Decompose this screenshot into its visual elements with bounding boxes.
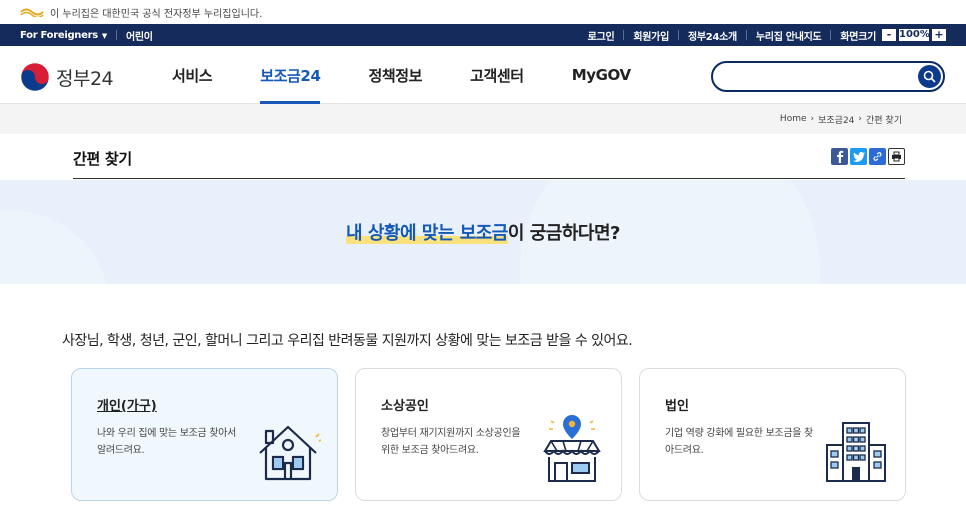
page-title: 간편 찾기: [73, 150, 132, 168]
house-icon: [259, 425, 321, 481]
share-buttons: [831, 148, 905, 165]
signup-link[interactable]: 회원가입: [633, 28, 669, 43]
card-title: 개인(가구): [97, 399, 157, 414]
hero-text: 내 상황에 맞는 보조금이 궁금하다면?: [346, 219, 620, 245]
site-logo[interactable]: 정부24: [20, 62, 114, 92]
nav-item-policy[interactable]: 정책정보: [368, 46, 422, 104]
zoom-out-button[interactable]: -: [882, 29, 896, 41]
search-button[interactable]: [918, 65, 941, 88]
sitemap-link[interactable]: 누리집 안내지도: [756, 28, 822, 43]
store-icon: [543, 415, 601, 482]
hero-highlight: 내 상황에 맞는 보조금: [346, 223, 508, 244]
facebook-icon: [837, 150, 844, 163]
twitter-icon: [852, 151, 865, 162]
search-icon: [923, 70, 936, 83]
nav-item-subsidy24[interactable]: 보조금24: [260, 46, 321, 104]
nav-item-services[interactable]: 서비스: [172, 46, 213, 104]
chevron-right-icon: ›: [858, 114, 863, 124]
gov-banner-text: 이 누리집은 대한민국 공식 전자정부 누리집입니다.: [50, 8, 263, 20]
print-icon: [892, 151, 901, 162]
card-title: 소상공인: [381, 399, 429, 414]
card-small-business[interactable]: 소상공인 창업부터 재기지원까지 소상공인을 위한 보조금 찾아드려요.: [355, 368, 622, 501]
nav-menu: 서비스 보조금24 정책정보 고객센터 MyGOV: [172, 46, 679, 104]
breadcrumb-home[interactable]: Home: [780, 114, 807, 124]
login-link[interactable]: 로그인: [588, 28, 615, 43]
card-individual[interactable]: 개인(가구) 나와 우리 집에 맞는 보조금 찾아서 알려드려요.: [71, 368, 338, 501]
print-button[interactable]: [888, 148, 905, 165]
kids-link[interactable]: 어린이: [126, 28, 153, 43]
hero-banner: 내 상황에 맞는 보조금이 궁금하다면?: [0, 180, 966, 284]
breadcrumb-current: 간편 찾기: [866, 115, 902, 126]
breadcrumb-subsidy[interactable]: 보조금24: [818, 113, 854, 126]
card-desc: 창업부터 재기지원까지 소상공인을 위한 보조금 찾아드려요.: [381, 428, 521, 456]
screen-size-label: 화면크기: [840, 31, 876, 43]
caret-down-icon: ▼: [101, 31, 107, 40]
building-icon: [826, 422, 886, 482]
zoom-in-button[interactable]: +: [932, 29, 946, 41]
twitter-button[interactable]: [850, 148, 867, 165]
facebook-button[interactable]: [831, 148, 848, 165]
card-title: 법인: [665, 399, 689, 414]
taegeuk-icon: [20, 62, 50, 92]
utility-bar: For Foreigners ▼ 어린이 로그인 회원가입 정부24소개 누리집 …: [0, 24, 966, 46]
breadcrumb: Home › 보조금24 › 간편 찾기: [0, 104, 966, 134]
main-nav: 정부24 서비스 보조금24 정책정보 고객센터 MyGOV: [0, 46, 966, 104]
zoom-value: 100%: [899, 29, 930, 41]
about-link[interactable]: 정부24소개: [688, 28, 737, 43]
card-desc: 나와 우리 집에 맞는 보조금 찾아서 알려드려요.: [97, 428, 236, 456]
copy-link-button[interactable]: [869, 148, 886, 165]
nav-item-mygov[interactable]: MyGOV: [572, 46, 631, 104]
gov-banner: 이 누리집은 대한민국 공식 전자정부 누리집입니다.: [0, 0, 966, 24]
nav-item-support[interactable]: 고객센터: [470, 46, 524, 104]
for-foreigners-link[interactable]: For Foreigners ▼: [20, 30, 107, 41]
link-icon: [873, 152, 882, 161]
card-desc: 기업 역량 강화에 필요한 보조금을 찾아드려요.: [665, 428, 813, 456]
intro-text: 사장님, 학생, 청년, 군인, 할머니 그리고 우리집 반려동물 지원까지 상…: [62, 333, 633, 349]
zoom-control: - 100% +: [882, 29, 946, 41]
title-row: 간편 찾기: [73, 143, 905, 179]
chevron-right-icon: ›: [810, 114, 815, 124]
logo-text: 정부24: [56, 67, 114, 90]
hero-rest: 이 궁금하다면?: [507, 223, 621, 244]
gov-mark-icon: [20, 8, 44, 17]
card-corporation[interactable]: 법인 기업 역량 강화에 필요한 보조금을 찾아드려요.: [639, 368, 906, 501]
search-input[interactable]: [711, 61, 945, 92]
